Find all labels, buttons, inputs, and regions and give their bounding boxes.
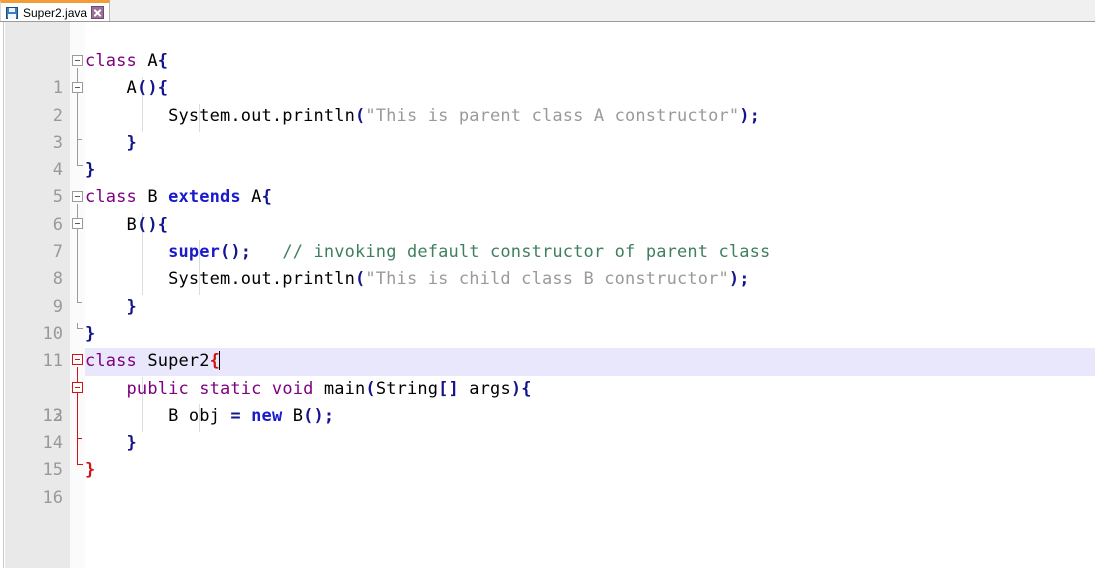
code-line[interactable]: 9 System.out.println("This is child clas…: [0, 266, 1095, 316]
code-text: public static void main(String[] args){: [126, 378, 532, 399]
text-caret: [219, 351, 221, 371]
code-line[interactable]: 13 public static void main(String[] args…: [0, 376, 1095, 426]
tab-label: Super2.java: [23, 6, 88, 20]
code-line[interactable]: 2 A(){: [0, 75, 1095, 125]
code-editor[interactable]: 1 class A{ 2 A(){ 3 System.out.println("…: [0, 22, 1095, 568]
code-text: }: [126, 132, 137, 153]
close-icon[interactable]: [91, 6, 105, 19]
code-text: super(); // invoking default constructor…: [168, 242, 771, 263]
code-line[interactable]: 8 super(); // invoking default construct…: [0, 239, 1095, 289]
code-line[interactable]: 5 }: [0, 157, 1095, 207]
code-text: }: [85, 160, 96, 181]
code-line[interactable]: 1 class A{: [0, 48, 1095, 98]
code-text: A(){: [85, 78, 169, 99]
line-number: 16: [42, 487, 63, 508]
code-text: class B extends A{: [85, 187, 272, 208]
code-text: }: [85, 323, 96, 344]
editor-tab-bar: Super2.java: [0, 0, 1095, 22]
code-text: class A{: [85, 51, 169, 71]
code-line[interactable]: 15 }: [0, 430, 1095, 480]
code-lines: 1 class A{ 2 A(){ 3 System.out.println("…: [0, 48, 1095, 508]
code-text: B(){: [85, 214, 169, 235]
code-line[interactable]: 16 }: [0, 457, 1095, 507]
save-floppy-icon: [5, 6, 19, 20]
code-line[interactable]: 6 class B extends A{: [0, 184, 1095, 234]
code-text: B obj = new B();: [85, 405, 335, 426]
code-text: System.out.println("This is child class …: [85, 269, 750, 290]
current-line-highlight: [85, 348, 1095, 376]
code-line[interactable]: 4 }: [0, 130, 1095, 180]
tab-super2-java[interactable]: Super2.java: [0, 0, 111, 22]
code-text: }: [126, 296, 137, 317]
code-text: System.out.println("This is parent class…: [85, 105, 761, 126]
code-line-current[interactable]: 12 class Super2{: [0, 348, 1095, 426]
code-text: class Super2{: [85, 351, 221, 372]
code-line[interactable]: 10 }: [0, 294, 1095, 344]
code-line[interactable]: 14 B obj = new B();: [0, 403, 1095, 453]
code-line[interactable]: 11 }: [0, 321, 1095, 371]
code-text: }: [126, 433, 137, 454]
code-line[interactable]: 3 System.out.println("This is parent cla…: [0, 103, 1095, 153]
code-text: }: [85, 460, 96, 481]
code-line[interactable]: 7 B(){: [0, 212, 1095, 262]
